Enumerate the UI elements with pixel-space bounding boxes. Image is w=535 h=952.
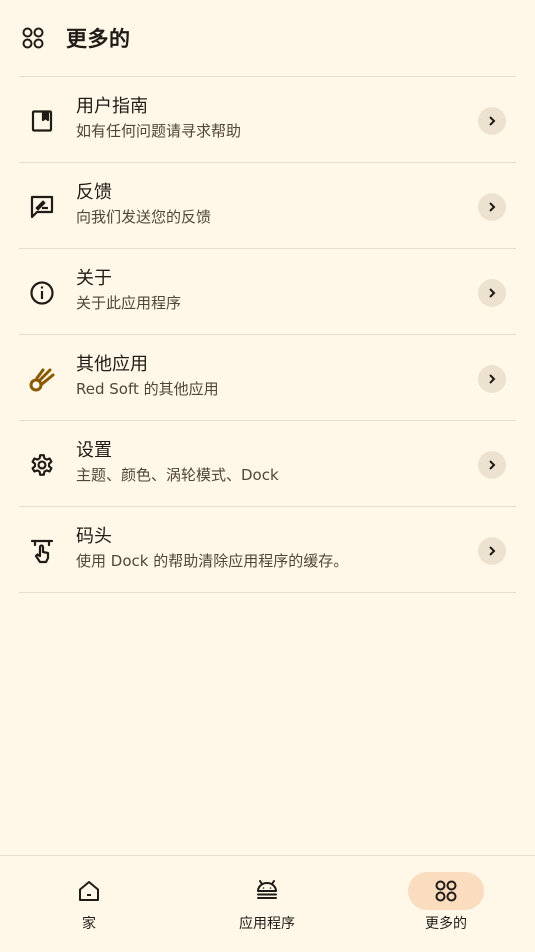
item-title: 设置: [76, 440, 112, 461]
book-icon: [28, 107, 56, 135]
page-title: 更多的: [66, 27, 131, 51]
item-title: 关于: [76, 268, 112, 289]
nav-item-apps[interactable]: 应用程序: [178, 856, 356, 952]
gear-icon: [28, 451, 56, 479]
item-subtitle: 使用 Dock 的帮助清除应用程序的缓存。: [76, 552, 349, 570]
comet-icon: [28, 365, 56, 393]
list-item-other-apps[interactable]: 其他应用 Red Soft 的其他应用: [19, 335, 516, 421]
item-subtitle: Red Soft 的其他应用: [76, 380, 219, 398]
list-item-settings[interactable]: 设置 主题、颜色、涡轮模式、Dock: [19, 421, 516, 507]
item-subtitle: 向我们发送您的反馈: [76, 208, 212, 226]
item-subtitle: 关于此应用程序: [76, 294, 182, 312]
item-title: 码头: [76, 526, 112, 547]
android-icon: [229, 872, 305, 910]
grid-icon: [20, 25, 46, 51]
more-options-list: 用户指南 如有任何问题请寻求帮助 反馈 向我们发送您的反馈 关于 关于此应用程序…: [19, 76, 516, 593]
item-title: 用户指南: [76, 96, 148, 117]
bottom-navigation-bar: 家 应用程序 更多的: [0, 855, 535, 952]
list-item-feedback[interactable]: 反馈 向我们发送您的反馈: [19, 163, 516, 249]
item-title: 其他应用: [76, 354, 148, 375]
chevron-right-icon[interactable]: [478, 107, 506, 135]
item-subtitle: 如有任何问题请寻求帮助: [76, 122, 242, 140]
nav-label: 应用程序: [239, 916, 295, 932]
info-icon: [28, 279, 56, 307]
chevron-right-icon[interactable]: [478, 279, 506, 307]
feedback-icon: [28, 193, 56, 221]
item-title: 反馈: [76, 182, 112, 203]
chevron-right-icon[interactable]: [478, 537, 506, 565]
grid-icon: [408, 872, 484, 910]
chevron-right-icon[interactable]: [478, 193, 506, 221]
nav-label: 家: [82, 916, 96, 932]
home-icon: [51, 872, 127, 910]
list-item-user-guide[interactable]: 用户指南 如有任何问题请寻求帮助: [19, 77, 516, 163]
touch-icon: [28, 537, 56, 565]
item-subtitle: 主题、颜色、涡轮模式、Dock: [76, 466, 279, 484]
list-item-dock[interactable]: 码头 使用 Dock 的帮助清除应用程序的缓存。: [19, 507, 516, 593]
nav-item-more[interactable]: 更多的: [357, 856, 535, 952]
chevron-right-icon[interactable]: [478, 365, 506, 393]
nav-label: 更多的: [425, 916, 467, 932]
top-app-bar: 更多的: [0, 0, 535, 76]
list-item-about[interactable]: 关于 关于此应用程序: [19, 249, 516, 335]
nav-item-home[interactable]: 家: [0, 856, 178, 952]
chevron-right-icon[interactable]: [478, 451, 506, 479]
